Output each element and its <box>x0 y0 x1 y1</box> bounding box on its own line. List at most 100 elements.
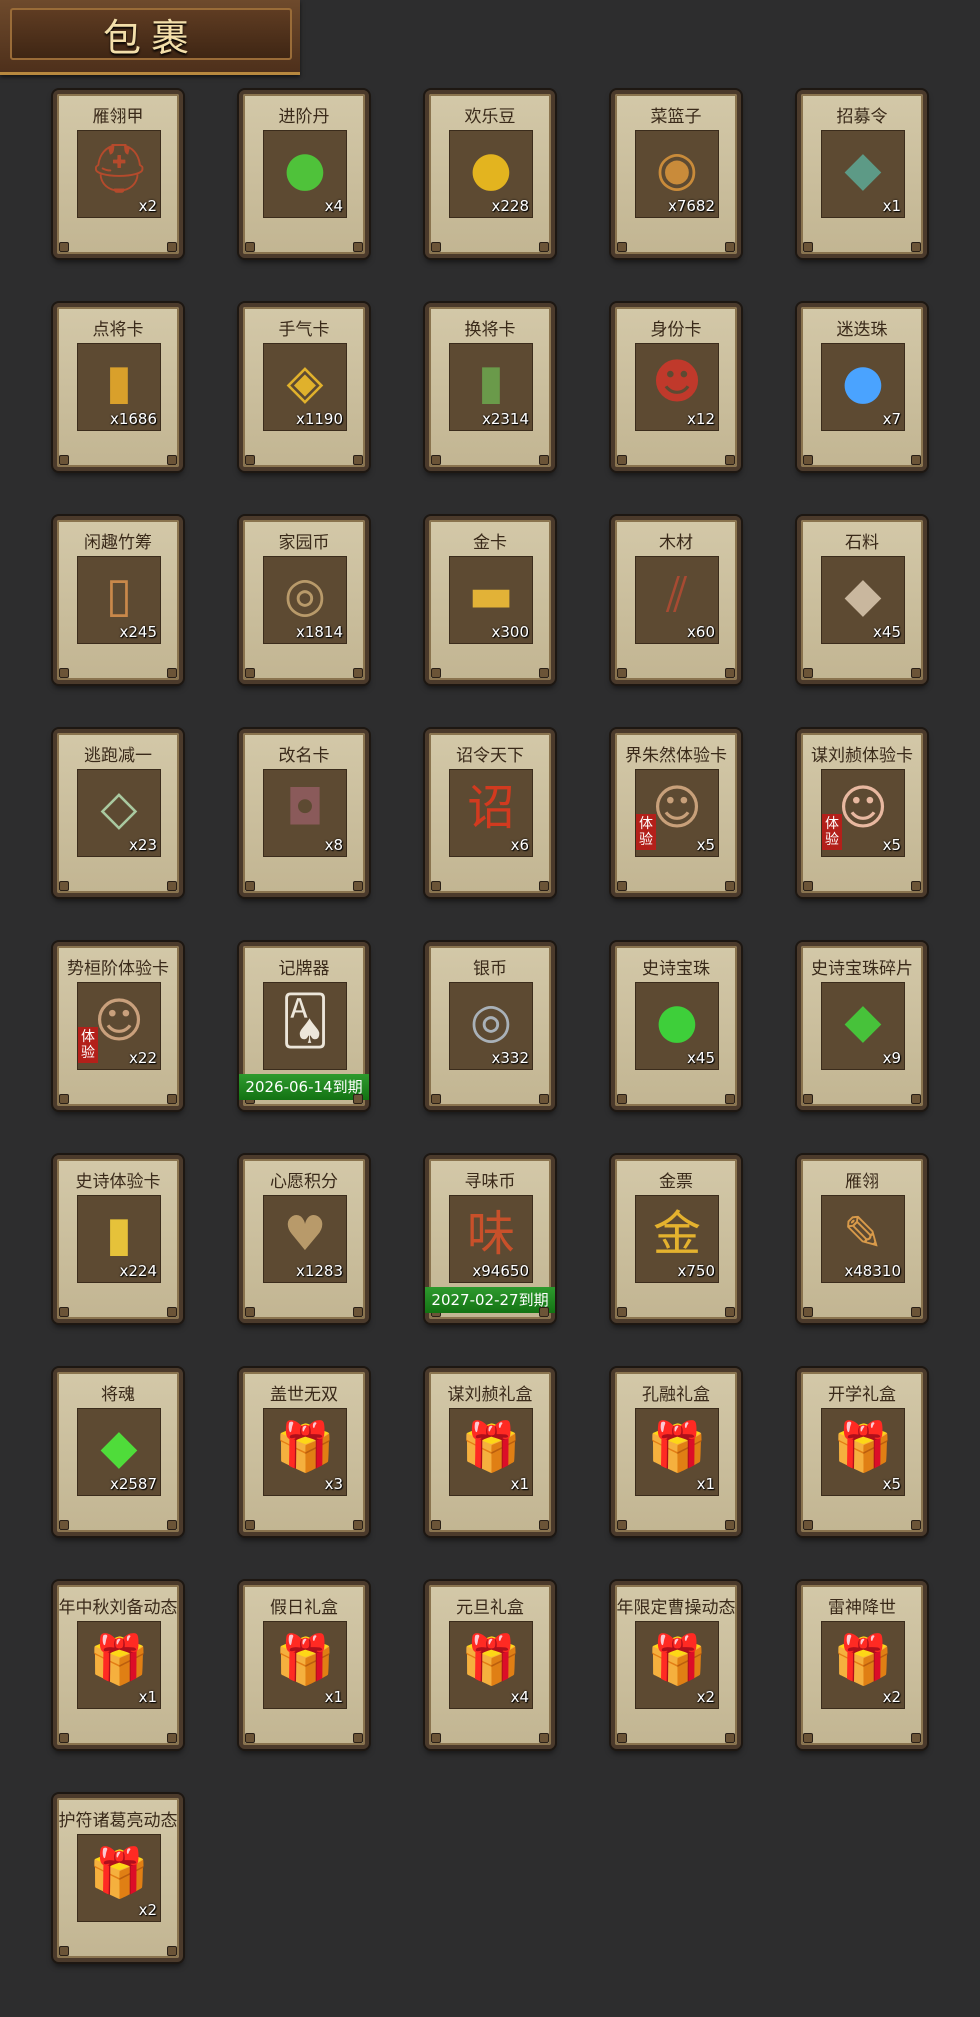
recruit-token-icon: ◆ <box>844 141 882 197</box>
inventory-item-card[interactable]: 将魂 ◆ x2587 <box>53 1368 183 1536</box>
inventory-item-card[interactable]: 年限定曹操动态 🎁 x2 <box>611 1581 741 1749</box>
item-count: x300 <box>491 623 529 641</box>
item-icon-frame: ▬ x300 <box>449 556 533 644</box>
inventory-item-card[interactable]: 雁翎甲 ⛑ x2 <box>53 90 183 258</box>
item-icon-frame: ◘ x8 <box>263 769 347 857</box>
item-name: 诏令天下 <box>456 746 524 766</box>
flavor-coin-icon: 味 <box>466 1206 515 1262</box>
inventory-item-card[interactable]: 身份卡 ☻ x12 <box>611 303 741 471</box>
inventory-item-card[interactable]: 开学礼盒 🎁 x5 <box>797 1368 927 1536</box>
orange-gift-box-icon: 🎁 <box>647 1632 707 1688</box>
item-count: x1686 <box>109 410 157 428</box>
stone-icon: ◆ <box>844 567 882 623</box>
inventory-item-card[interactable]: 改名卡 ◘ x8 <box>239 729 369 897</box>
inventory-item-card[interactable]: 记牌器 🂡 2026-06-14到期 <box>239 942 369 1110</box>
wish-coin-icon: ♥ <box>283 1206 327 1262</box>
item-name: 银币 <box>473 959 507 979</box>
red-gift-box-icon: 🎁 <box>275 1419 335 1475</box>
inventory-item-card[interactable]: 元旦礼盒 🎁 x4 <box>425 1581 555 1749</box>
inventory-item-card[interactable]: 谋刘赪礼盒 🎁 x1 <box>425 1368 555 1536</box>
inventory-item-card[interactable]: 金卡 ▬ x300 <box>425 516 555 684</box>
inventory-item-card[interactable]: 雁翎 ✎ x48310 <box>797 1155 927 1323</box>
green-pill-icon: ● <box>284 141 326 197</box>
inventory-item-card[interactable]: 迷迭珠 ● x7 <box>797 303 927 471</box>
inventory-item-card[interactable]: 金票金 x750 <box>611 1155 741 1323</box>
item-icon-frame: ▮ x1686 <box>77 343 161 431</box>
item-count: x60 <box>687 623 715 641</box>
inventory-item-card[interactable]: 雷神降世 🎁 x2 <box>797 1581 927 1749</box>
inventory-item-card[interactable]: 手气卡 ◈ x1190 <box>239 303 369 471</box>
gold-card-icon: ▬ <box>468 567 514 623</box>
inventory-item-card[interactable]: 心愿积分 ♥ x1283 <box>239 1155 369 1323</box>
rename-tag-icon: ◘ <box>286 780 324 836</box>
item-grid: 雁翎甲 ⛑ x2 进阶丹 ● x4 欢乐豆 ● x228 菜篮子 ◉ x7682 招募令 ◆ x1 点将卡 ▮ x… <box>0 0 980 2017</box>
item-name: 雷神降世 <box>828 1598 896 1618</box>
inventory-item-card[interactable]: 史诗宝珠 ● x45 <box>611 942 741 1110</box>
inventory-item-card[interactable]: 孔融礼盒 🎁 x1 <box>611 1368 741 1536</box>
item-icon-frame: 🎁 x1 <box>77 1621 161 1709</box>
trial-badge: 体验 <box>78 1027 98 1063</box>
item-count: x2 <box>138 197 157 215</box>
item-icon-frame: 🂡 <box>263 982 347 1070</box>
inventory-item-card[interactable]: 年中秋刘备动态 🎁 x1 <box>53 1581 183 1749</box>
inventory-item-card[interactable]: 换将卡 ▮ x2314 <box>425 303 555 471</box>
item-icon-frame: 🎁 x2 <box>635 1621 719 1709</box>
item-name: 将魂 <box>101 1385 135 1405</box>
wood-icon: ⫽ <box>666 567 688 623</box>
inventory-item-card[interactable]: 谋刘赪体验卡 ☺ 体验 x5 <box>797 729 927 897</box>
item-name: 木材 <box>659 533 693 553</box>
inventory-item-card[interactable]: 逃跑减一 ◇ x23 <box>53 729 183 897</box>
inventory-item-card[interactable]: 假日礼盒 🎁 x1 <box>239 1581 369 1749</box>
inventory-item-card[interactable]: 势桓阶体验卡 ☺ 体验 x22 <box>53 942 183 1110</box>
item-icon-frame: ● x7 <box>821 343 905 431</box>
item-count: x5 <box>882 836 901 854</box>
inventory-item-card[interactable]: 招募令 ◆ x1 <box>797 90 927 258</box>
item-name: 势桓阶体验卡 <box>67 959 169 979</box>
inventory-item-card[interactable]: 进阶丹 ● x4 <box>239 90 369 258</box>
inventory-item-card[interactable]: 欢乐豆 ● x228 <box>425 90 555 258</box>
inventory-item-card[interactable]: 寻味币味 x94650 2027-02-27到期 <box>425 1155 555 1323</box>
inventory-item-card[interactable]: 银币 ◎ x332 <box>425 942 555 1110</box>
inventory-item-card[interactable]: 石料 ◆ x45 <box>797 516 927 684</box>
item-count: x22 <box>129 1049 157 1067</box>
item-icon-frame: ● x228 <box>449 130 533 218</box>
inventory-item-card[interactable]: 诏令天下诏 x6 <box>425 729 555 897</box>
blue-orb-icon: ● <box>842 354 884 410</box>
inventory-item-card[interactable]: 闲趣竹筹 ▯ x245 <box>53 516 183 684</box>
item-name: 谋刘赪礼盒 <box>447 1385 533 1405</box>
item-icon-frame: ♥ x1283 <box>263 1195 347 1283</box>
inventory-item-card[interactable]: 界朱然体验卡 ☺ 体验 x5 <box>611 729 741 897</box>
inventory-item-card[interactable]: 护符诸葛亮动态 🎁 x2 <box>53 1794 183 1962</box>
item-icon-frame: 味 x94650 <box>449 1195 533 1283</box>
general-card-icon: ▮ <box>105 354 133 410</box>
inventory-item-card[interactable]: 史诗体验卡 ▮ x224 <box>53 1155 183 1323</box>
item-icon-frame: ◆ x1 <box>821 130 905 218</box>
inventory-item-card[interactable]: 家园币 ◎ x1814 <box>239 516 369 684</box>
inventory-item-card[interactable]: 点将卡 ▮ x1686 <box>53 303 183 471</box>
item-count: x1283 <box>295 1262 343 1280</box>
item-icon-frame: 🎁 x2 <box>821 1621 905 1709</box>
item-icon-frame: ◎ x332 <box>449 982 533 1070</box>
item-icon-frame: ◇ x23 <box>77 769 161 857</box>
item-name: 记牌器 <box>278 959 330 979</box>
item-name: 史诗宝珠 <box>642 959 710 979</box>
item-count: x4 <box>324 197 343 215</box>
item-icon-frame: ▮ x224 <box>77 1195 161 1283</box>
inventory-item-card[interactable]: 史诗宝珠碎片 ◆ x9 <box>797 942 927 1110</box>
item-count: x1 <box>882 197 901 215</box>
item-count: x5 <box>882 1475 901 1493</box>
luck-card-icon: ◈ <box>286 354 324 410</box>
basket-icon: ◉ <box>656 141 698 197</box>
item-name: 开学礼盒 <box>828 1385 896 1405</box>
item-count: x2314 <box>481 410 529 428</box>
inventory-item-card[interactable]: 菜篮子 ◉ x7682 <box>611 90 741 258</box>
item-count: x12 <box>687 410 715 428</box>
expiry-banner: 2027-02-27到期 <box>425 1287 555 1313</box>
inventory-item-card[interactable]: 木材 ⫽ x60 <box>611 516 741 684</box>
item-count: x8 <box>324 836 343 854</box>
item-count: x750 <box>677 1262 715 1280</box>
item-name: 闲趣竹筹 <box>84 533 152 553</box>
item-count: x224 <box>119 1262 157 1280</box>
decree-scroll-icon: 诏 <box>466 780 515 836</box>
inventory-item-card[interactable]: 盖世无双 🎁 x3 <box>239 1368 369 1536</box>
